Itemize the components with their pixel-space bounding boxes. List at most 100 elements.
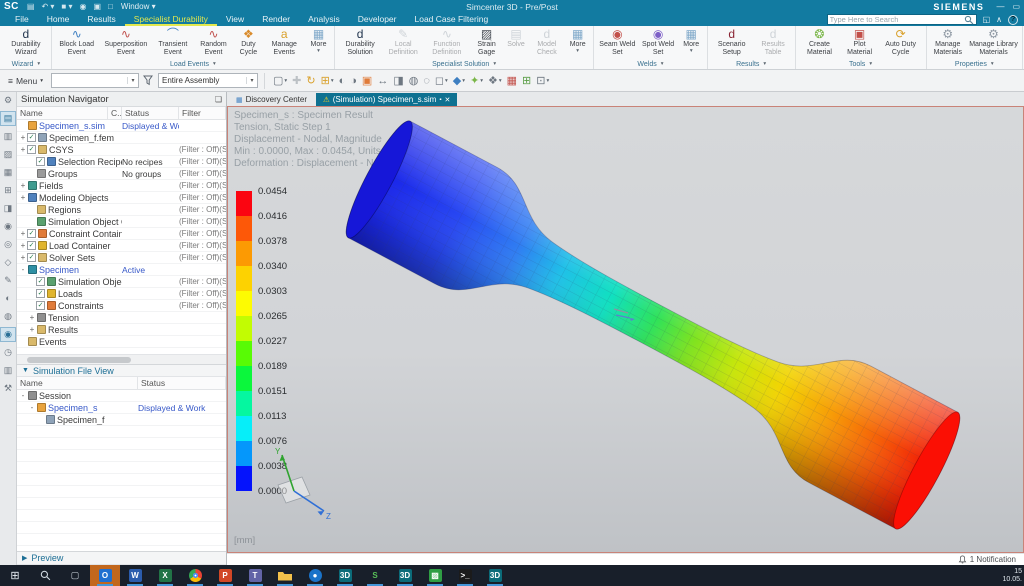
preview-section[interactable]: ▶ Preview xyxy=(17,551,226,565)
expand-toggle-icon[interactable]: - xyxy=(28,403,36,412)
column-filter[interactable]: Filter xyxy=(179,107,226,120)
command-search[interactable] xyxy=(827,14,977,25)
random-event-button[interactable]: ∿Random Event xyxy=(194,27,234,59)
simcenter-3d-icon[interactable]: 3D xyxy=(330,565,360,586)
mesh-toggle-icon[interactable]: ⊡▾ xyxy=(534,73,551,88)
checkbox[interactable]: ✓ xyxy=(36,157,45,166)
expand-toggle-icon[interactable]: + xyxy=(19,181,27,190)
group-dropdown-caret-icon[interactable]: ▾ xyxy=(991,61,994,67)
orbit-icon[interactable]: ↻ xyxy=(304,73,317,88)
image-app-icon[interactable]: ▨ xyxy=(420,565,450,586)
checkbox[interactable]: ✓ xyxy=(27,241,36,250)
manage-materials-button[interactable]: ⚙Manage Materials xyxy=(929,27,968,59)
phone-app-icon[interactable]: S xyxy=(360,565,390,586)
selection-scope-combo[interactable]: ▾ xyxy=(51,73,139,88)
checkbox[interactable]: ✓ xyxy=(27,133,36,142)
tree-row-session[interactable]: -Session xyxy=(17,390,226,402)
more-button[interactable]: ▦More▾ xyxy=(564,27,591,59)
tree-row-solver-sets[interactable]: +✓Solver Sets(Filter : Off)(S xyxy=(17,252,226,264)
menu-button[interactable]: ≡ Menu ▾ xyxy=(4,74,47,88)
checkbox[interactable]: ✓ xyxy=(27,253,36,262)
file-explorer-icon[interactable] xyxy=(270,565,300,586)
menu-tab-analysis[interactable]: Analysis xyxy=(299,13,349,26)
web-browser-icon[interactable]: ◍ xyxy=(1,310,15,323)
tree-row-specimen-f[interactable]: Specimen_f xyxy=(17,414,226,426)
word-icon[interactable]: W xyxy=(120,565,150,586)
simulation-file-view-header[interactable]: ▼ Simulation File View xyxy=(17,364,226,377)
tree-row-load-container[interactable]: +✓Load Container(Filter : Off)(S xyxy=(17,240,226,252)
tree-row-loads[interactable]: ✓Loads(Filter : Off)(S xyxy=(17,288,226,300)
transient-event-button[interactable]: ⌒Transient Event xyxy=(152,27,194,59)
tree-row-groups[interactable]: GroupsNo groups(Filter : Off)(S xyxy=(17,168,226,180)
menu-tab-specialist-durability[interactable]: Specialist Durability xyxy=(125,13,217,26)
duty-cycle-button[interactable]: ❖Duty Cycle xyxy=(233,27,263,59)
horizontal-scrollbar[interactable] xyxy=(17,354,226,364)
expand-toggle-icon[interactable]: + xyxy=(19,145,27,154)
markup-pen-icon[interactable]: ✎ xyxy=(1,274,15,287)
group-dropdown-caret-icon[interactable]: ▾ xyxy=(661,61,664,67)
tree-row-specimen-s[interactable]: -Specimen_sDisplayed & Work xyxy=(17,402,226,414)
visibility-icon[interactable]: ◐ xyxy=(1,292,15,305)
scenario-setup-button[interactable]: dScenario Setup xyxy=(710,27,754,59)
selection-filter-icon[interactable] xyxy=(143,75,154,86)
undo-icon[interactable]: ↶ ▾ xyxy=(41,2,54,11)
copy-display-icon[interactable]: ▣ xyxy=(93,2,101,11)
tree-row-regions[interactable]: Regions(Filter : Off)(S xyxy=(17,204,226,216)
minimize-ribbon-icon[interactable]: ∧ xyxy=(996,15,1002,24)
window-menu[interactable]: Window ▾ xyxy=(121,2,156,11)
tree-row-csys[interactable]: +✓CSYS(Filter : Off)(S xyxy=(17,144,226,156)
column-status[interactable]: Status xyxy=(122,107,179,120)
terminal-icon[interactable]: >_ xyxy=(450,565,480,586)
durability-wizard-button[interactable]: dDurability Wizard xyxy=(3,27,49,59)
more-button[interactable]: ▦More▾ xyxy=(678,27,705,59)
simulation-navigator-icon[interactable]: ▤ xyxy=(1,112,15,125)
touch-mode-icon[interactable]: ◉ xyxy=(1,328,15,341)
expand-toggle-icon[interactable]: - xyxy=(19,265,27,274)
tree-row-selection-recipes[interactable]: ✓Selection RecipesNo recipes(Filter : Of… xyxy=(17,156,226,168)
specimen-model[interactable] xyxy=(228,107,1024,553)
menu-tab-results[interactable]: Results xyxy=(78,13,124,26)
tree-row-fields[interactable]: +Fields(Filter : Off)(S xyxy=(17,180,226,192)
scrollbar-thumb[interactable] xyxy=(27,357,131,363)
parts-icon[interactable]: ◇ xyxy=(1,256,15,269)
tree-row-events[interactable]: Events xyxy=(17,336,226,348)
tree-row-specimen-f-fem[interactable]: +✓Specimen_f.fem xyxy=(17,132,226,144)
color-palette-icon[interactable]: ▦ xyxy=(1,166,15,179)
ghost-view-icon[interactable]: ◌ xyxy=(421,74,432,88)
expand-toggle-icon[interactable]: + xyxy=(28,325,36,334)
powerpoint-icon[interactable]: P xyxy=(210,565,240,586)
menu-tab-render[interactable]: Render xyxy=(253,13,299,26)
menu-tab-file[interactable]: File xyxy=(6,13,38,26)
grid-green-icon[interactable]: ⊞ xyxy=(520,73,533,88)
close-tab-icon[interactable]: ✕ xyxy=(444,96,450,104)
excel-icon[interactable]: X xyxy=(150,565,180,586)
search-taskbar-button[interactable] xyxy=(30,565,60,586)
xy-function-navigator-icon[interactable]: ▨ xyxy=(1,148,15,161)
tree-row-simulation-objec[interactable]: ✓Simulation Objec...(Filter : Off)(S xyxy=(17,276,226,288)
selection-box-icon[interactable]: ▢▾ xyxy=(271,73,289,88)
expand-toggle-icon[interactable]: + xyxy=(28,313,36,322)
checkbox[interactable]: ✓ xyxy=(36,277,45,286)
menu-tab-view[interactable]: View xyxy=(217,13,253,26)
gear-icon[interactable]: ⚙ xyxy=(1,94,15,107)
history-icon[interactable]: ◷ xyxy=(1,346,15,359)
expand-toggle-icon[interactable]: + xyxy=(19,133,27,142)
wireframe-view-icon[interactable]: ◑ xyxy=(348,74,359,88)
column-name[interactable]: Name xyxy=(17,107,108,120)
expand-toggle-icon[interactable]: + xyxy=(19,193,27,202)
manage-library-materials-button[interactable]: ⚙Manage Library Materials xyxy=(967,27,1020,59)
grid-red-icon[interactable]: ▦ xyxy=(505,73,519,88)
checkbox[interactable]: ✓ xyxy=(36,301,45,310)
window-icon[interactable]: □ xyxy=(108,2,113,11)
materials-icon[interactable]: ◉ xyxy=(1,220,15,233)
section-view-icon[interactable]: ◨ xyxy=(391,73,405,88)
help-icon[interactable]: ? xyxy=(1008,15,1018,25)
checkbox[interactable]: ✓ xyxy=(36,289,45,298)
fullscreen-icon[interactable]: ◱ xyxy=(983,15,991,24)
tree-row-simulation-object-con[interactable]: Simulation Object Con...(Filter : Off)(S xyxy=(17,216,226,228)
snap-point-icon[interactable]: ✚ xyxy=(290,73,303,88)
group-dropdown-caret-icon[interactable]: ▾ xyxy=(37,61,40,67)
start-button[interactable]: ⊞ xyxy=(0,565,30,586)
window-expand-icon[interactable]: ◻▾ xyxy=(433,73,450,88)
displayed-part-icon[interactable]: ▣ xyxy=(360,73,374,88)
